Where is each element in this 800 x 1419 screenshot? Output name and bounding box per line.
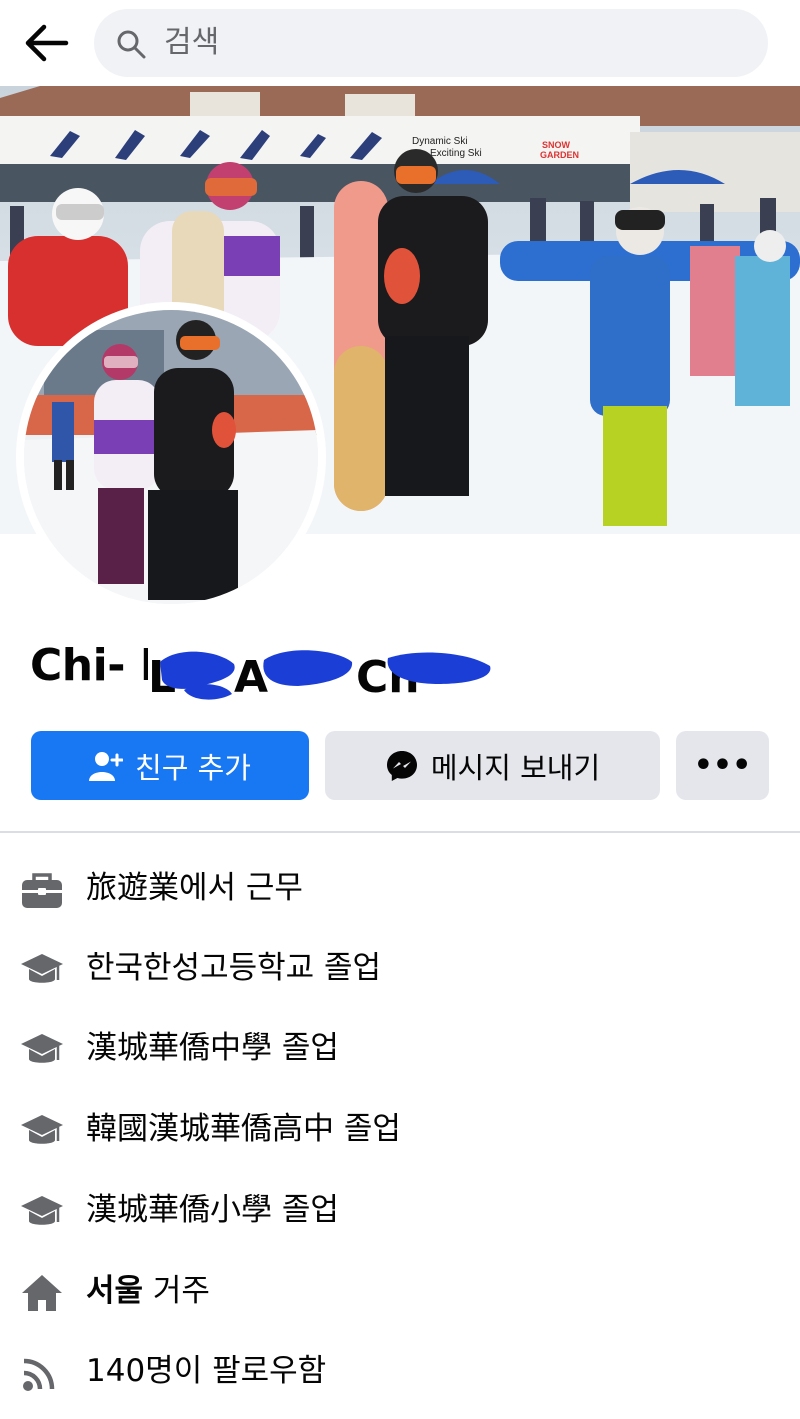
rss-icon bbox=[23, 1358, 55, 1391]
svg-text:SNOW: SNOW bbox=[542, 140, 571, 150]
intro-item-education: 漢城華僑中學 졸업 bbox=[0, 1018, 800, 1078]
intro-item-work: 旅遊業에서 근무 bbox=[0, 858, 800, 918]
svg-text:A: A bbox=[234, 652, 268, 703]
svg-text:GARDEN: GARDEN bbox=[540, 150, 579, 160]
search-icon bbox=[117, 30, 146, 59]
home-icon bbox=[22, 1275, 62, 1311]
intro-text: 한국한성고등학교 졸업 bbox=[86, 950, 382, 986]
add-friend-icon bbox=[89, 751, 124, 781]
search-placeholder: 검색 bbox=[164, 25, 220, 60]
intro-location-suffix: 거주 bbox=[143, 1273, 210, 1309]
intro-text: 漢城華僑中學 졸업 bbox=[86, 1030, 339, 1066]
search-input[interactable]: 검색 bbox=[94, 9, 768, 77]
intro-text: 旅遊業에서 근무 bbox=[86, 870, 303, 906]
messenger-icon bbox=[386, 750, 417, 781]
graduation-cap-icon bbox=[21, 954, 63, 983]
avatar[interactable] bbox=[24, 310, 318, 604]
graduation-cap-icon bbox=[21, 1034, 63, 1063]
more-options-button[interactable]: ••• bbox=[676, 731, 769, 800]
intro-item-location: 서울 거주 bbox=[0, 1261, 800, 1321]
intro-item-education: 漢城華僑小學 졸업 bbox=[0, 1180, 800, 1240]
divider bbox=[0, 831, 800, 833]
briefcase-icon bbox=[22, 873, 62, 908]
add-friend-label: 친구 추가 bbox=[135, 750, 251, 785]
redaction-scribble: L A Ch bbox=[148, 642, 508, 704]
add-friend-button[interactable]: 친구 추가 bbox=[31, 731, 309, 800]
back-arrow-icon[interactable] bbox=[22, 22, 70, 64]
send-message-label: 메시지 보내기 bbox=[430, 750, 601, 785]
intro-text: 서울 거주 bbox=[86, 1269, 210, 1313]
intro-text: 140명이 팔로우함 bbox=[86, 1353, 327, 1389]
intro-item-education: 韓國漢城華僑高中 졸업 bbox=[0, 1099, 800, 1159]
graduation-cap-icon bbox=[21, 1196, 63, 1225]
send-message-button[interactable]: 메시지 보내기 bbox=[325, 731, 660, 800]
intro-location-city[interactable]: 서울 bbox=[86, 1273, 143, 1309]
intro-text: 韓國漢城華僑高中 졸업 bbox=[86, 1111, 401, 1147]
top-bar: 검색 bbox=[0, 0, 800, 86]
more-icon: ••• bbox=[693, 748, 752, 783]
intro-item-followers: 140명이 팔로우함 bbox=[0, 1341, 800, 1401]
svg-text:Exciting Ski: Exciting Ski bbox=[430, 148, 482, 159]
svg-text:Dynamic Ski: Dynamic Ski bbox=[412, 136, 468, 147]
intro-text: 漢城華僑小學 졸업 bbox=[86, 1192, 339, 1228]
graduation-cap-icon bbox=[21, 1115, 63, 1144]
intro-item-education: 한국한성고등학교 졸업 bbox=[0, 938, 800, 998]
